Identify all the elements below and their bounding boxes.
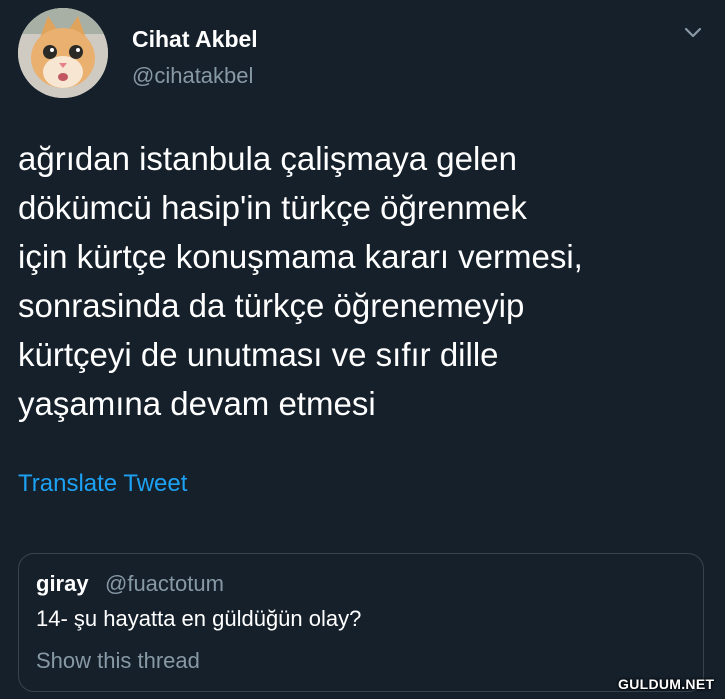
tweet-text: ağrıdan istanbula çalişmaya gelen dökümc… — [18, 140, 583, 422]
cat-avatar-icon — [18, 8, 108, 98]
show-thread-link[interactable]: Show this thread — [36, 648, 200, 674]
quoted-tweet-text: 14- şu hayatta en güldüğün olay? — [36, 606, 362, 631]
watermark: GULDUM.NET — [618, 676, 715, 692]
author-handle[interactable]: @cihatakbel — [132, 63, 253, 89]
quoted-tweet[interactable]: giray @fuactotum 14- şu hayatta en güldü… — [18, 553, 704, 692]
author-name[interactable]: Cihat Akbel — [132, 26, 258, 53]
avatar[interactable] — [18, 8, 108, 98]
chevron-down-icon[interactable] — [683, 26, 703, 40]
quoted-author-handle: @fuactotum — [105, 571, 224, 596]
translate-tweet-link[interactable]: Translate Tweet — [18, 470, 187, 498]
quoted-author-name: giray — [36, 571, 89, 596]
